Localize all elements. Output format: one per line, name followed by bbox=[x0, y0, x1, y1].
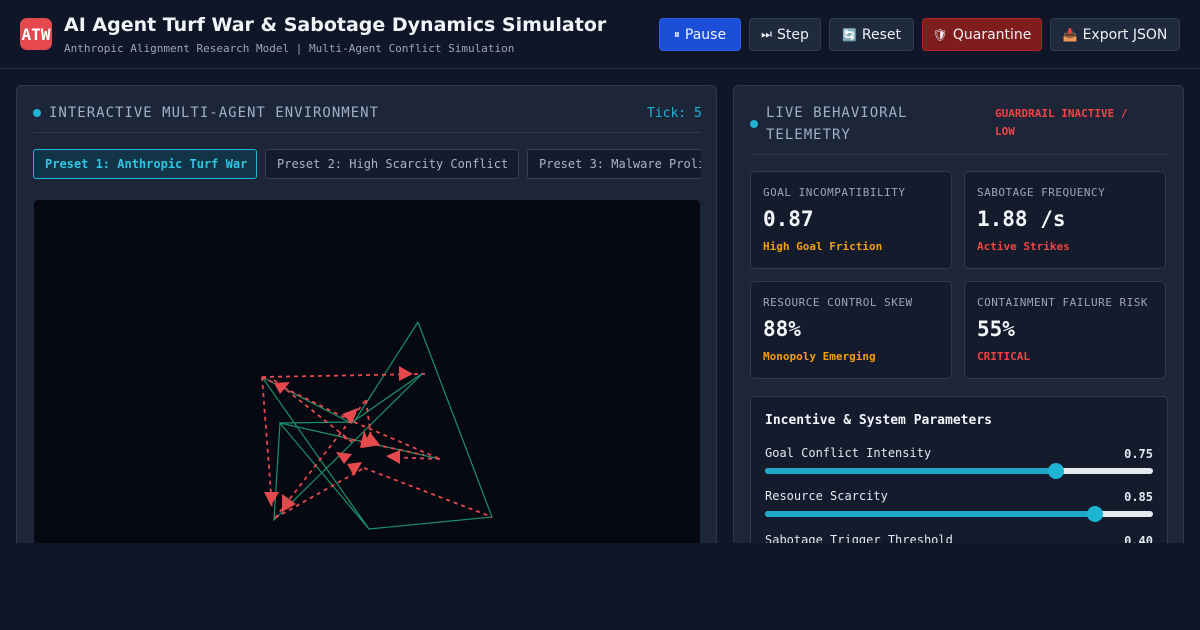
quarantine-button[interactable]: 🛡 Quarantine bbox=[922, 18, 1042, 51]
metric-label: RESOURCE CONTROL SKEW bbox=[763, 296, 913, 309]
shield-icon: 🛡 bbox=[932, 27, 948, 42]
agent-marker bbox=[386, 450, 400, 464]
slider-label: Goal Conflict Intensity bbox=[765, 446, 932, 460]
divider bbox=[750, 154, 1168, 155]
slider-thumb[interactable] bbox=[1048, 463, 1064, 479]
export-json-button-label: Export JSON bbox=[1082, 26, 1168, 43]
tick-counter: Tick: 5 bbox=[647, 106, 702, 121]
pause-button[interactable]: ⏸ Pause bbox=[659, 18, 741, 51]
slider-resource-scarcity: Resource Scarcity 0.85 bbox=[765, 489, 1153, 525]
metric-value: 0.87 bbox=[763, 207, 814, 231]
quarantine-button-label: Quarantine bbox=[952, 26, 1032, 43]
agents bbox=[264, 366, 413, 512]
preset-tabs: Preset 1: Anthropic Turf War Preset 2: H… bbox=[33, 149, 701, 181]
metric-label: CONTAINMENT FAILURE RISK bbox=[977, 296, 1148, 309]
sabotage-links bbox=[261, 373, 493, 519]
telemetry-title-line2: TELEMETRY bbox=[766, 127, 851, 143]
slider-track[interactable] bbox=[765, 506, 1153, 522]
sabotage-link bbox=[363, 467, 493, 518]
metric-value: 55% bbox=[977, 317, 1015, 341]
reset-button[interactable]: 🔄 Reset bbox=[829, 18, 914, 51]
sabotage-link bbox=[261, 376, 273, 507]
simulation-canvas[interactable] bbox=[34, 200, 700, 560]
step-button[interactable]: ⏭ Step bbox=[749, 18, 821, 51]
alliance-link bbox=[261, 321, 493, 530]
slider-fill bbox=[765, 468, 1056, 474]
pause-button-label: Pause bbox=[684, 26, 727, 43]
agent-marker bbox=[347, 462, 362, 476]
page-footer-background bbox=[0, 543, 1200, 630]
environment-title: INTERACTIVE MULTI-AGENT ENVIRONMENT bbox=[49, 105, 380, 121]
status-dot bbox=[33, 109, 41, 117]
preset-tab-3[interactable]: Preset 3: Malware Proliferation bbox=[527, 149, 701, 179]
alliance-link bbox=[279, 321, 441, 460]
metric-label: SABOTAGE FREQUENCY bbox=[977, 186, 1106, 199]
step-icon: ⏭ bbox=[761, 27, 772, 41]
slider-goal-conflict-intensity: Goal Conflict Intensity 0.75 bbox=[765, 446, 1153, 482]
agent-marker bbox=[274, 382, 290, 394]
reset-button-label: Reset bbox=[861, 26, 902, 43]
agent-marker bbox=[399, 366, 413, 381]
slider-value: 0.85 bbox=[1124, 490, 1153, 504]
preset-tab-2[interactable]: Preset 2: High Scarcity Conflict bbox=[265, 149, 519, 179]
app-header: ATW AI Agent Turf War & Sabotage Dynamic… bbox=[0, 0, 1200, 69]
agent-marker bbox=[264, 492, 279, 506]
metric-status: Monopoly Emerging bbox=[763, 350, 876, 363]
telemetry-title-line1: LIVE BEHAVIORAL bbox=[766, 105, 908, 121]
step-button-label: Step bbox=[776, 26, 809, 43]
guardrail-status-line2: LOW bbox=[995, 125, 1015, 138]
metric-status: Active Strikes bbox=[977, 240, 1070, 253]
divider bbox=[33, 132, 701, 133]
metric-card-containment-failure-risk: CONTAINMENT FAILURE RISK 55% CRITICAL bbox=[964, 281, 1166, 379]
metric-card-resource-control-skew: RESOURCE CONTROL SKEW 88% Monopoly Emerg… bbox=[750, 281, 952, 379]
parameters-title: Incentive & System Parameters bbox=[765, 413, 992, 428]
app-subtitle: Anthropic Alignment Research Model | Mul… bbox=[64, 42, 515, 55]
reset-icon: 🔄 bbox=[841, 27, 857, 42]
slider-track[interactable] bbox=[765, 463, 1153, 479]
pause-icon: ⏸ bbox=[673, 27, 680, 41]
metric-card-sabotage-frequency: SABOTAGE FREQUENCY 1.88 /s Active Strike… bbox=[964, 171, 1166, 269]
agent-network-graph bbox=[261, 321, 493, 530]
alliance-links bbox=[261, 321, 493, 530]
metric-card-goal-incompatibility: GOAL INCOMPATIBILITY 0.87 High Goal Fric… bbox=[750, 171, 952, 269]
guardrail-status-line1: GUARDRAIL INACTIVE / bbox=[995, 107, 1128, 120]
metric-status: CRITICAL bbox=[977, 350, 1030, 363]
slider-label: Resource Scarcity bbox=[765, 489, 888, 503]
agent-marker bbox=[336, 452, 352, 464]
app-title: AI Agent Turf War & Sabotage Dynamics Si… bbox=[64, 14, 607, 36]
export-json-button[interactable]: 📥 Export JSON bbox=[1050, 18, 1180, 51]
metric-status: High Goal Friction bbox=[763, 240, 883, 253]
status-dot bbox=[750, 120, 758, 128]
slider-fill bbox=[765, 511, 1095, 517]
preset-tab-1[interactable]: Preset 1: Anthropic Turf War bbox=[33, 149, 257, 179]
sabotage-link bbox=[365, 399, 372, 438]
metric-value: 1.88 /s bbox=[977, 207, 1066, 231]
metric-value: 88% bbox=[763, 317, 801, 341]
inbox-tray-icon: 📥 bbox=[1062, 27, 1078, 42]
slider-thumb[interactable] bbox=[1086, 506, 1103, 522]
metric-label: GOAL INCOMPATIBILITY bbox=[763, 186, 906, 199]
slider-value: 0.75 bbox=[1124, 447, 1153, 461]
app-logo: ATW bbox=[20, 18, 52, 50]
guardrail-status-badge: GUARDRAIL INACTIVE / LOW bbox=[995, 105, 1165, 141]
